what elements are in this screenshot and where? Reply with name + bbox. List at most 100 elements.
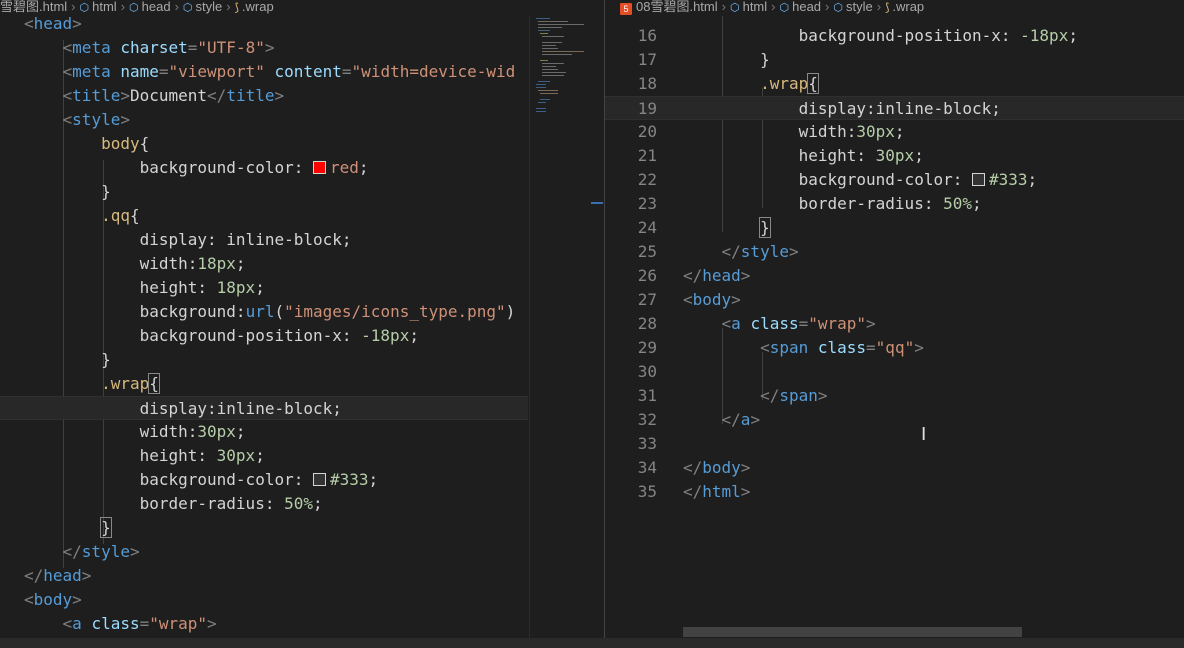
line-number: 21	[637, 146, 657, 165]
code-line[interactable]: 28 <a class="wrap">	[605, 312, 1184, 336]
editor-right[interactable]: 16 background-position-x: -18px; 17 } 18 .…	[605, 16, 1184, 638]
code-line[interactable]: 23 border-radius: 50%;	[605, 192, 1184, 216]
color-swatch-icon[interactable]	[312, 473, 326, 486]
code-line[interactable]: }	[0, 180, 528, 204]
code-line[interactable]: width:18px;	[0, 252, 528, 276]
breadcrumb-html[interactable]: html	[743, 0, 768, 14]
code-line[interactable]: display: inline-block;	[0, 228, 528, 252]
code-line[interactable]: <title>Document</title>	[0, 84, 528, 108]
code-text: body{	[101, 134, 150, 153]
code-line[interactable]: background-color: red;	[0, 156, 528, 180]
cube-icon: ⬡	[79, 2, 90, 14]
code-line[interactable]: background:url("images/icons_type.png")	[0, 300, 528, 324]
code-text: <style>	[62, 110, 130, 129]
code-text: background-color: #333;	[139, 470, 379, 489]
mouse-ibeam-cursor-icon: I	[921, 424, 927, 445]
code-line[interactable]: background-position-x: -18px;	[0, 324, 528, 348]
code-text: </a>	[721, 410, 761, 429]
code-text: height: 30px;	[139, 446, 265, 465]
breadcrumb-file[interactable]: 雪碧图.html	[0, 0, 67, 14]
code-line[interactable]: width:30px;	[0, 420, 528, 444]
code-line[interactable]: 33	[605, 432, 1184, 456]
code-text: }	[101, 350, 111, 369]
breadcrumb-right: 5 08雪碧图.html › ⬡ html › ⬡ head › ⬡ style › ⟆ .wrap	[620, 0, 1184, 16]
code-text: height: 18px;	[139, 278, 265, 297]
color-swatch-icon[interactable]	[971, 173, 985, 186]
line-number: 19	[637, 99, 657, 118]
minimap[interactable]	[529, 16, 592, 638]
code-line[interactable]: <meta name="viewport" content="width=dev…	[0, 60, 528, 84]
color-swatch-icon[interactable]	[312, 161, 326, 174]
line-number: 26	[637, 266, 657, 285]
code-line[interactable]: 34 </body>	[605, 456, 1184, 480]
code-line[interactable]: <meta charset="UTF-8">	[0, 36, 528, 60]
code-line[interactable]: 20 width:30px;	[605, 120, 1184, 144]
code-text: .wrap{	[760, 73, 819, 94]
code-line[interactable]: <a class="wrap">	[0, 612, 528, 636]
vertical-scrollbar-left[interactable]	[591, 16, 603, 638]
code-line[interactable]: <style>	[0, 108, 528, 132]
code-line[interactable]: </style>	[0, 540, 528, 564]
chevron-right-icon: ›	[226, 0, 231, 14]
breadcrumb-head[interactable]: head	[142, 0, 171, 14]
code-line[interactable]: }	[0, 516, 528, 540]
code-line[interactable]: .wrap{	[0, 372, 528, 396]
breadcrumb-html[interactable]: html	[92, 0, 117, 14]
code-line[interactable]: 21 height: 30px;	[605, 144, 1184, 168]
code-text: .wrap{	[101, 373, 160, 394]
code-line[interactable]: border-radius: 50%;	[0, 492, 528, 516]
chevron-right-icon: ›	[120, 0, 126, 14]
breadcrumb-style[interactable]: style	[196, 0, 223, 14]
code-line[interactable]: 19 display:inline-block;	[605, 96, 1184, 120]
code-line[interactable]: 17 }	[605, 48, 1184, 72]
code-line[interactable]: 30	[605, 360, 1184, 384]
code-line[interactable]: display:inline-block;	[0, 396, 528, 420]
chevron-right-icon: ›	[876, 0, 882, 14]
cube-icon: ⬡	[182, 2, 193, 14]
selector-icon: ⟆	[234, 2, 239, 14]
horizontal-scrollbar-thumb[interactable]	[683, 627, 1022, 637]
code-line[interactable]: height: 18px;	[0, 276, 528, 300]
status-bar	[0, 638, 1184, 648]
code-line[interactable]: 22 background-color: #333;	[605, 168, 1184, 192]
code-line[interactable]: <head>	[0, 16, 528, 36]
code-text: width:30px;	[798, 122, 905, 141]
code-line[interactable]: 18 .wrap{	[605, 72, 1184, 96]
breadcrumb-wrap[interactable]: .wrap	[242, 0, 274, 14]
selector-icon: ⟆	[885, 2, 890, 14]
chevron-right-icon: ›	[721, 0, 726, 14]
code-line[interactable]: 32 </a>	[605, 408, 1184, 432]
code-line[interactable]: <body>	[0, 588, 528, 612]
editor-left[interactable]: <head> <meta charset="UTF-8"> <meta name…	[0, 16, 528, 638]
code-line[interactable]: 29 <span class="qq">	[605, 336, 1184, 360]
code-text: border-radius: 50%;	[798, 194, 982, 213]
breadcrumb-head[interactable]: head	[792, 0, 821, 14]
breadcrumb-wrap[interactable]: .wrap	[892, 0, 924, 14]
breadcrumb-left: 雪碧图.html › ⬡ html › ⬡ head › ⬡ style › ⟆ .wrap	[0, 0, 528, 16]
code-line[interactable]: body{	[0, 132, 528, 156]
code-line[interactable]: height: 30px;	[0, 444, 528, 468]
code-line[interactable]: background-color: #333;	[0, 468, 528, 492]
code-text: <span class="qq">	[760, 338, 924, 357]
code-line[interactable]: 27 <body>	[605, 288, 1184, 312]
code-line[interactable]: 26 </head>	[605, 264, 1184, 288]
code-text: </head>	[24, 566, 92, 585]
code-text: }	[759, 217, 771, 238]
code-line[interactable]: </head>	[0, 564, 528, 588]
code-text: <a class="wrap">	[62, 614, 217, 633]
code-line[interactable]: 25 </style>	[605, 240, 1184, 264]
code-text: <title>Document</title>	[62, 86, 285, 105]
code-line[interactable]: .qq{	[0, 204, 528, 228]
code-text: <body>	[24, 590, 82, 609]
chevron-right-icon: ›	[825, 0, 830, 14]
code-line[interactable]: 31 </span>	[605, 384, 1184, 408]
chevron-right-icon: ›	[174, 0, 179, 14]
breadcrumb-style[interactable]: style	[846, 0, 873, 14]
breadcrumb-file[interactable]: 08雪碧图.html	[636, 0, 718, 14]
code-line[interactable]: 16 background-position-x: -18px;	[605, 24, 1184, 48]
code-line[interactable]: 24 }	[605, 216, 1184, 240]
html5-icon: 5	[620, 3, 632, 15]
code-line[interactable]: }	[0, 348, 528, 372]
code-line[interactable]: 35 </html>	[605, 480, 1184, 504]
cube-icon: ⬡	[779, 2, 790, 14]
